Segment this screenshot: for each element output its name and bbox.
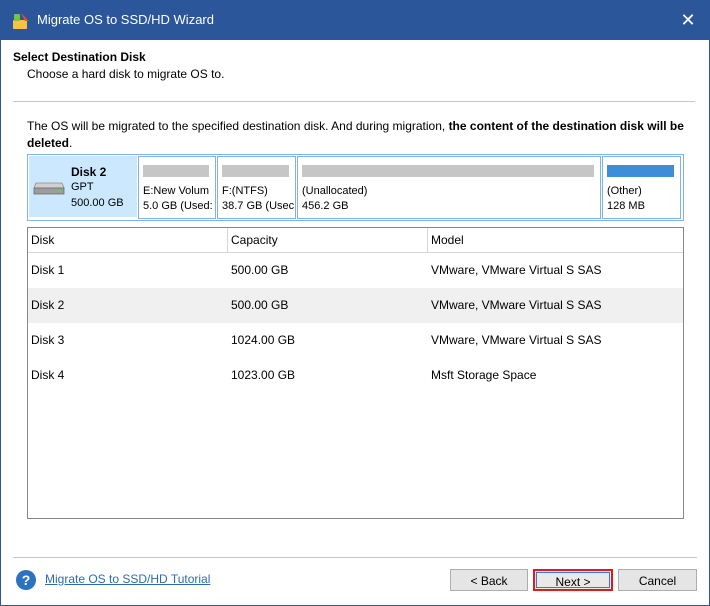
- cell-disk: Disk 3: [31, 333, 65, 347]
- disk-map[interactable]: Disk 2 GPT 500.00 GB E:New Volum 5.0 GB …: [27, 154, 684, 221]
- cell-model: Msft Storage Space: [431, 368, 537, 382]
- partition-block[interactable]: F:(NTFS) 38.7 GB (Usec: [217, 156, 296, 219]
- cell-model: VMware, VMware Virtual S SAS: [431, 298, 602, 312]
- cancel-button[interactable]: Cancel: [618, 569, 697, 591]
- partition-block[interactable]: E:New Volum 5.0 GB (Used:: [138, 156, 216, 219]
- window-title: Migrate OS to SSD/HD Wizard: [37, 12, 214, 27]
- table-row[interactable]: Disk 1 500.00 GB VMware, VMware Virtual …: [28, 253, 683, 288]
- partition-size: 5.0 GB (Used:: [143, 200, 213, 212]
- disk-summary[interactable]: Disk 2 GPT 500.00 GB: [29, 156, 137, 217]
- partition-usage-bar: [302, 165, 594, 177]
- cell-model: VMware, VMware Virtual S SAS: [431, 333, 602, 347]
- partition-label: (Other): [607, 185, 642, 197]
- partition-usage-bar: [607, 165, 674, 177]
- cell-capacity: 1024.00 GB: [231, 333, 296, 347]
- wizard-app-icon: [11, 11, 31, 31]
- table-row[interactable]: Disk 4 1023.00 GB Msft Storage Space: [28, 358, 683, 393]
- partition-block[interactable]: (Unallocated) 456.2 GB: [297, 156, 601, 219]
- page-subtitle: Choose a hard disk to migrate OS to.: [27, 67, 225, 81]
- next-button[interactable]: Next >: [533, 569, 613, 591]
- disk-name: Disk 2: [71, 165, 107, 179]
- column-header-model[interactable]: Model: [428, 228, 683, 252]
- cell-disk: Disk 4: [31, 368, 65, 382]
- cell-capacity: 500.00 GB: [231, 263, 289, 277]
- table-row[interactable]: Disk 2 500.00 GB VMware, VMware Virtual …: [28, 288, 683, 323]
- close-icon: ✕: [680, 10, 696, 30]
- hard-disk-icon: [33, 179, 65, 198]
- tutorial-link[interactable]: Migrate OS to SSD/HD Tutorial: [45, 572, 210, 586]
- warning-text-end: .: [69, 136, 73, 150]
- wizard-window: Migrate OS to SSD/HD Wizard ✕ Select Des…: [0, 0, 710, 606]
- cell-capacity: 1023.00 GB: [231, 368, 296, 382]
- table-header: Disk Capacity Model: [28, 228, 683, 253]
- partition-label: (Unallocated): [302, 185, 368, 197]
- partition-label: F:(NTFS): [222, 185, 268, 197]
- column-header-capacity[interactable]: Capacity: [228, 228, 428, 252]
- partition-block[interactable]: (Other) 128 MB: [602, 156, 681, 219]
- cell-capacity: 500.00 GB: [231, 298, 289, 312]
- cell-model: VMware, VMware Virtual S SAS: [431, 263, 602, 277]
- partition-label: E:New Volum: [143, 185, 210, 197]
- warning-text-normal: The OS will be migrated to the specified…: [27, 119, 449, 133]
- disk-size: 500.00 GB: [71, 197, 124, 209]
- partition-usage-bar: [143, 165, 209, 177]
- partition-size: 38.7 GB (Usec: [222, 200, 295, 212]
- partition-usage-bar: [222, 165, 289, 177]
- back-button[interactable]: < Back: [450, 569, 528, 591]
- warning-text: The OS will be migrated to the specified…: [27, 118, 687, 152]
- title-bar: Migrate OS to SSD/HD Wizard ✕: [1, 1, 709, 40]
- footer-divider: [13, 557, 697, 558]
- disk-table: Disk Capacity Model Disk 1 500.00 GB VMw…: [27, 227, 684, 519]
- table-row[interactable]: Disk 3 1024.00 GB VMware, VMware Virtual…: [28, 323, 683, 358]
- cell-disk: Disk 2: [31, 298, 65, 312]
- cell-disk: Disk 1: [31, 263, 65, 277]
- header-divider: [13, 101, 695, 102]
- disk-type: GPT: [71, 181, 94, 193]
- column-header-disk[interactable]: Disk: [28, 228, 228, 252]
- partition-size: 456.2 GB: [302, 200, 349, 212]
- partition-size: 128 MB: [607, 200, 645, 212]
- close-button[interactable]: ✕: [667, 1, 709, 40]
- help-icon[interactable]: ?: [16, 570, 36, 590]
- page-title: Select Destination Disk: [13, 50, 146, 64]
